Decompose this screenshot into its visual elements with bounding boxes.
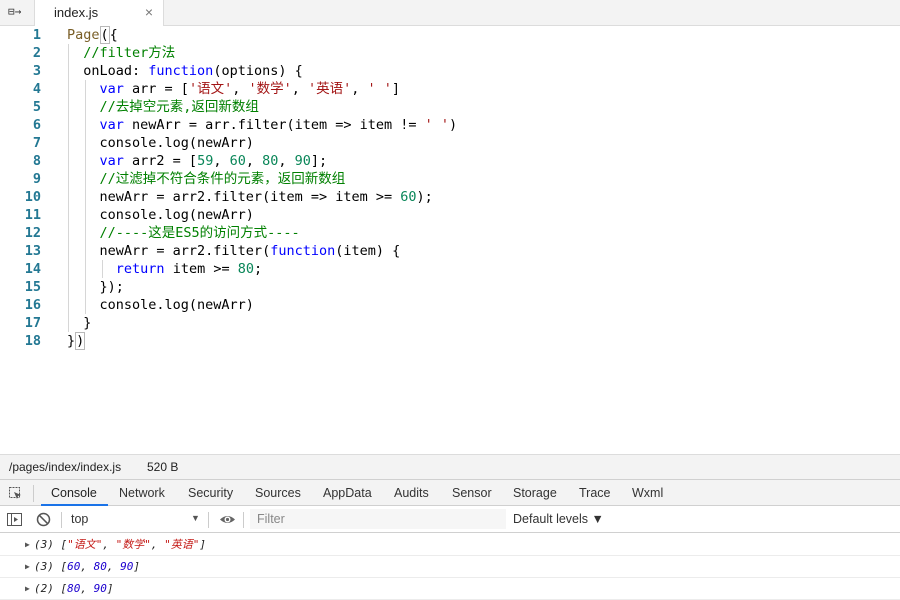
devtools-tab-bar: Console Network Security Sources AppData… (0, 479, 900, 506)
chevron-down-icon[interactable]: ▼ (191, 513, 200, 523)
code-line: 14 return item >= 80; (0, 260, 900, 278)
code-line: 7 console.log(newArr) (0, 134, 900, 152)
console-message-text: (3) ["语文", "数学", "英语"] (34, 538, 206, 551)
line-number: 10 (24, 189, 41, 205)
code-line: 12 //----这是ES5的访问方式---- (0, 224, 900, 242)
code-text: var newArr = arr.filter(item => item != … (99, 117, 458, 133)
tab-index-js[interactable]: index.js × (34, 0, 164, 26)
code-line: 13 newArr = arr2.filter(function(item) { (0, 242, 900, 260)
code-line: 18}) (0, 332, 900, 350)
divider (208, 512, 209, 528)
line-number: 1 (32, 27, 41, 43)
close-icon[interactable]: × (145, 4, 153, 20)
code-text: var arr = ['语文', '数学', '英语', ' '] (99, 81, 401, 97)
line-number: 7 (32, 135, 41, 151)
tab-appdata[interactable]: AppData (323, 486, 372, 500)
filter-input[interactable] (250, 509, 506, 529)
code-line: 15 }); (0, 278, 900, 296)
line-number: 18 (24, 333, 41, 349)
tab-sources[interactable]: Sources (255, 486, 301, 500)
clear-console-icon[interactable] (36, 512, 51, 527)
toggle-sidebar-icon[interactable]: ⊟→ (8, 5, 26, 21)
tab-security[interactable]: Security (188, 486, 233, 500)
tab-network[interactable]: Network (119, 486, 165, 500)
line-number: 6 (32, 117, 41, 133)
line-number: 3 (32, 63, 41, 79)
code-line: 8 var arr2 = [59, 60, 80, 90]; (0, 152, 900, 170)
line-number: 4 (32, 81, 41, 97)
code-line: 17 } (0, 314, 900, 332)
code-text: }); (67, 279, 124, 295)
code-text: return item >= 80; (115, 261, 263, 277)
code-text: }) (67, 332, 86, 350)
expand-arrow-icon[interactable]: ▶ (25, 578, 30, 600)
editor-tab-bar: ⊟→ index.js × (0, 0, 900, 26)
console-message[interactable]: ▶ (3) ["语文", "数学", "英语"] (0, 534, 900, 556)
code-text: //去掉空元素,返回新数组 (99, 99, 259, 115)
code-line: 4 var arr = ['语文', '数学', '英语', ' '] (0, 80, 900, 98)
file-size: 520 B (147, 460, 179, 474)
console-message[interactable]: ▶ (3) [60, 80, 90] (0, 556, 900, 578)
code-line: 10 newArr = arr2.filter(item => item >= … (0, 188, 900, 206)
line-number: 15 (24, 279, 41, 295)
line-number: 12 (24, 225, 41, 241)
tab-storage[interactable]: Storage (513, 486, 557, 500)
code-text: //过滤掉不符合条件的元素，返回新数组 (99, 171, 346, 187)
code-line: 16 console.log(newArr) (0, 296, 900, 314)
context-selector[interactable]: top (71, 512, 88, 526)
tab-filename: index.js (54, 5, 99, 20)
line-number: 13 (24, 243, 41, 259)
divider (61, 512, 62, 528)
line-number: 11 (24, 207, 41, 223)
line-number: 5 (32, 99, 41, 115)
line-number: 8 (32, 153, 41, 169)
code-line: 2 //filter方法 (0, 44, 900, 62)
code-text: onLoad: function(options) { (67, 63, 303, 79)
show-sidebar-icon[interactable] (7, 512, 22, 527)
code-text: } (67, 315, 92, 331)
expand-arrow-icon[interactable]: ▶ (25, 556, 30, 578)
code-text: newArr = arr2.filter(function(item) { (67, 243, 401, 259)
console-message-text: (3) [60, 80, 90] (34, 560, 140, 573)
line-number: 16 (24, 297, 41, 313)
code-line: 6 var newArr = arr.filter(item => item !… (0, 116, 900, 134)
line-number: 2 (32, 45, 41, 61)
tab-trace[interactable]: Trace (579, 486, 611, 500)
code-text: console.log(newArr) (67, 135, 254, 151)
code-line: 5 //去掉空元素,返回新数组 (0, 98, 900, 116)
tab-console[interactable]: Console (51, 486, 97, 500)
divider (243, 512, 244, 528)
console-message-text: (2) [80, 90] (34, 582, 114, 595)
inspect-element-icon[interactable] (9, 487, 22, 500)
status-bar: /pages/index/index.js 520 B (0, 454, 900, 479)
expand-arrow-icon[interactable]: ▶ (25, 534, 30, 556)
tab-audits[interactable]: Audits (394, 486, 429, 500)
code-text: //----这是ES5的访问方式---- (99, 225, 300, 241)
log-levels-dropdown[interactable]: Default levels ▼ (513, 512, 604, 526)
line-number: 17 (24, 315, 41, 331)
code-text: var arr2 = [59, 60, 80, 90]; (99, 153, 328, 169)
code-text: Page({ (67, 26, 118, 44)
eye-icon[interactable] (219, 512, 236, 527)
code-text: newArr = arr2.filter(item => item >= 60)… (67, 189, 433, 205)
code-text: console.log(newArr) (67, 297, 254, 313)
file-path: /pages/index/index.js (9, 460, 122, 474)
code-line: 3 onLoad: function(options) { (0, 62, 900, 80)
code-text: //filter方法 (83, 45, 176, 61)
code-line: 9 //过滤掉不符合条件的元素，返回新数组 (0, 170, 900, 188)
code-text: console.log(newArr) (67, 207, 254, 223)
divider (33, 485, 34, 502)
line-number: 9 (32, 171, 41, 187)
code-line: 11 console.log(newArr) (0, 206, 900, 224)
tab-wxml[interactable]: Wxml (632, 486, 663, 500)
console-toolbar: top ▼ Default levels ▼ (0, 506, 900, 533)
line-number: 14 (24, 261, 41, 277)
tab-sensor[interactable]: Sensor (452, 486, 492, 500)
console-message[interactable]: ▶ (2) [80, 90] (0, 578, 900, 600)
code-line: 1 Page({ (0, 26, 900, 44)
code-editor[interactable]: 1 Page({ 2 //filter方法 3 onLoad: function(… (0, 26, 900, 454)
